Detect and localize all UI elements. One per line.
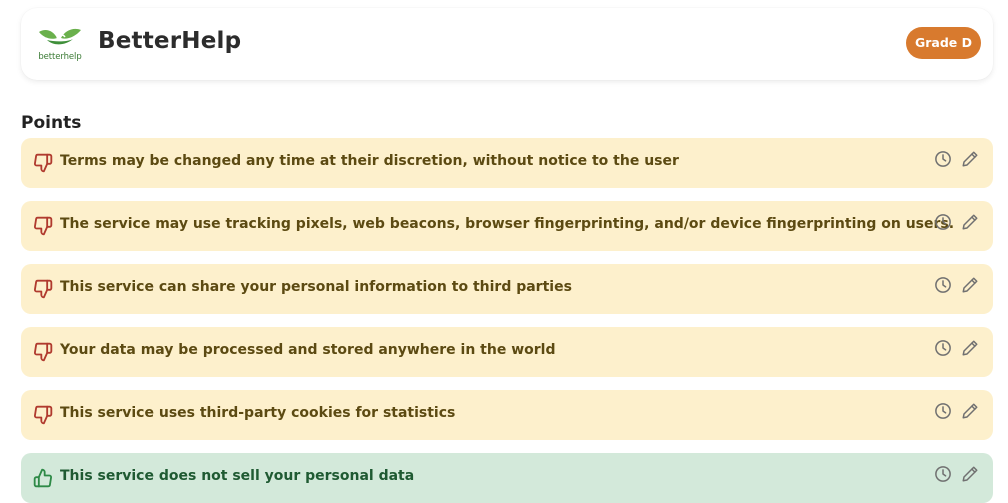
edit-icon[interactable] bbox=[961, 465, 979, 483]
point-bad[interactable]: The service may use tracking pixels, web… bbox=[21, 201, 993, 251]
point-text: This service uses third-party cookies fo… bbox=[60, 405, 456, 421]
betterhelp-logo[interactable]: betterhelp bbox=[35, 26, 85, 66]
thumbs-up-icon bbox=[33, 468, 53, 488]
thumbs-down-icon bbox=[33, 153, 53, 173]
point-bad[interactable]: Your data may be processed and stored an… bbox=[21, 327, 993, 377]
service-header: betterhelp BetterHelp Grade D bbox=[21, 8, 993, 80]
point-bad[interactable]: This service uses third-party cookies fo… bbox=[21, 390, 993, 440]
thumbs-down-icon bbox=[33, 279, 53, 299]
grade-badge[interactable]: Grade D bbox=[906, 27, 981, 59]
point-text: Your data may be processed and stored an… bbox=[60, 342, 556, 358]
history-icon[interactable] bbox=[934, 402, 952, 420]
history-icon[interactable] bbox=[934, 465, 952, 483]
edit-icon[interactable] bbox=[961, 150, 979, 168]
thumbs-down-icon bbox=[33, 216, 53, 236]
logo-wordmark: betterhelp bbox=[38, 52, 82, 62]
edit-icon[interactable] bbox=[961, 213, 979, 231]
point-good[interactable]: This service does not sell your personal… bbox=[21, 453, 993, 503]
history-icon[interactable] bbox=[934, 276, 952, 294]
history-icon[interactable] bbox=[934, 213, 952, 231]
edit-icon[interactable] bbox=[961, 402, 979, 420]
history-icon[interactable] bbox=[934, 339, 952, 357]
point-text: This service can share your personal inf… bbox=[60, 279, 572, 295]
point-text: This service does not sell your personal… bbox=[60, 468, 415, 484]
history-icon[interactable] bbox=[934, 150, 952, 168]
hands-leaf-icon bbox=[39, 28, 81, 45]
point-text: The service may use tracking pixels, web… bbox=[60, 216, 955, 232]
thumbs-down-icon bbox=[33, 405, 53, 425]
points-heading: Points bbox=[21, 113, 82, 133]
point-bad[interactable]: This service can share your personal inf… bbox=[21, 264, 993, 314]
edit-icon[interactable] bbox=[961, 276, 979, 294]
point-text: Terms may be changed any time at their d… bbox=[60, 153, 679, 169]
edit-icon[interactable] bbox=[961, 339, 979, 357]
point-bad[interactable]: Terms may be changed any time at their d… bbox=[21, 138, 993, 188]
service-title: BetterHelp bbox=[98, 28, 242, 54]
thumbs-down-icon bbox=[33, 342, 53, 362]
